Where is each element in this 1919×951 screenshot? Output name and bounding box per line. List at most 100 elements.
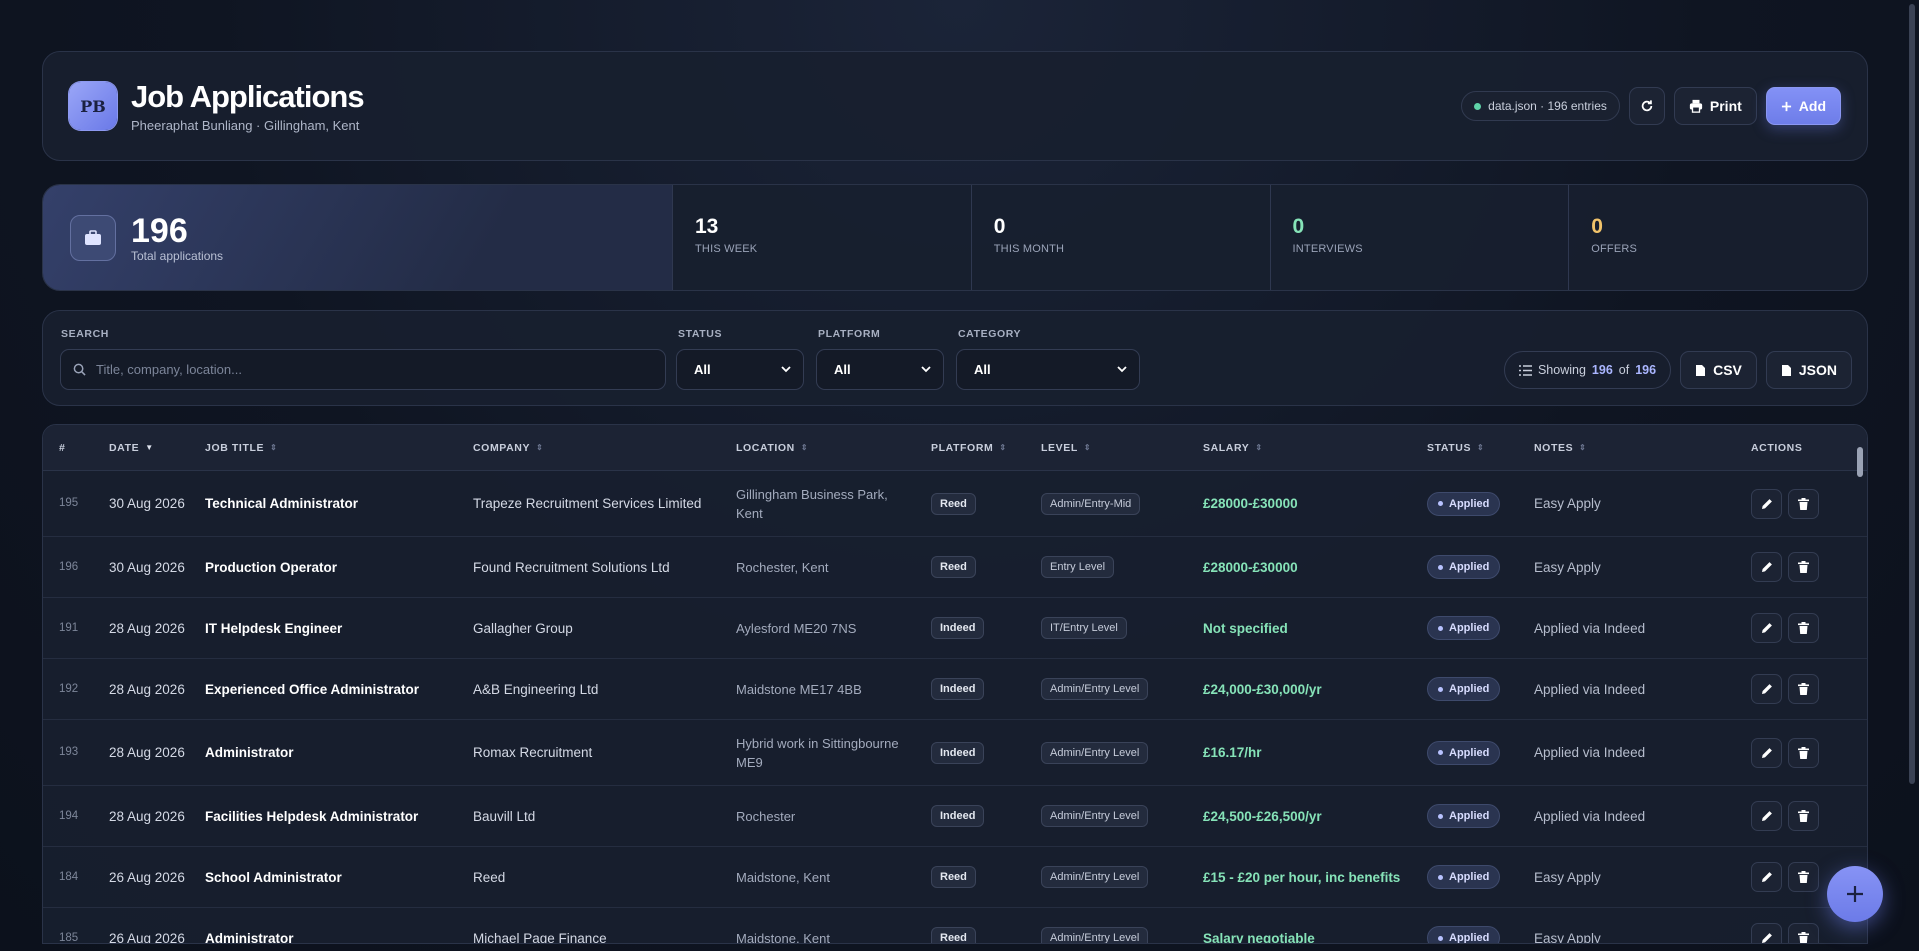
col-title[interactable]: JOB TITLE ⇕: [205, 442, 473, 454]
row-actions: [1751, 488, 1841, 519]
row-date: 26 Aug 2026: [109, 930, 185, 944]
printer-icon: [1689, 99, 1703, 113]
col-date[interactable]: DATE ▼: [93, 442, 205, 454]
sort-icon: ⇕: [536, 443, 544, 452]
status-dot: [1438, 874, 1443, 880]
edit-button[interactable]: [1751, 737, 1782, 768]
row-job-title: School Administrator: [205, 869, 342, 885]
col-platform[interactable]: PLATFORM ⇕: [931, 442, 1041, 454]
row-job-title: Experienced Office Administrator: [205, 681, 420, 697]
col-status[interactable]: STATUS ⇕: [1427, 442, 1534, 454]
row-actions: [1751, 674, 1841, 704]
row-salary: Not specified: [1203, 620, 1288, 636]
print-button[interactable]: Print: [1673, 87, 1757, 125]
floating-add-button[interactable]: [1827, 866, 1883, 922]
showing-count-chip: Showing 196 of 196: [1503, 351, 1672, 389]
trash-icon: [1798, 497, 1809, 510]
file-icon: [1696, 364, 1706, 376]
showing-count: 196: [1591, 363, 1613, 377]
edit-button[interactable]: [1751, 862, 1782, 892]
delete-button[interactable]: [1788, 737, 1819, 768]
col-company[interactable]: COMPANY ⇕: [473, 442, 736, 454]
edit-button[interactable]: [1751, 488, 1782, 519]
delete-button[interactable]: [1788, 613, 1819, 643]
add-button[interactable]: Add: [1765, 87, 1841, 125]
page-scrollbar-thumb[interactable]: [1909, 4, 1915, 784]
row-company: Michael Page Finance: [473, 930, 607, 944]
table-scrollbar-thumb[interactable]: [1857, 447, 1863, 477]
trash-icon: [1798, 746, 1809, 759]
category-select-value: All: [974, 362, 991, 377]
page-scrollbar[interactable]: [1907, 0, 1917, 951]
row-location: Hybrid work in Sittingbourne ME9: [736, 735, 899, 770]
status-badge: Applied: [1427, 804, 1501, 828]
col-salary[interactable]: SALARY ⇕: [1203, 442, 1427, 454]
interviews-stat: 0 INTERVIEWS: [1271, 185, 1570, 290]
delete-button[interactable]: [1788, 923, 1819, 943]
row-number: 193: [59, 746, 79, 758]
level-badge: Admin/Entry Level: [1041, 741, 1149, 764]
row-number: 192: [59, 682, 79, 695]
export-json-button[interactable]: JSON: [1765, 351, 1852, 389]
platform-select[interactable]: All: [816, 349, 944, 390]
export-csv-button[interactable]: CSV: [1680, 351, 1757, 389]
edit-button[interactable]: [1751, 552, 1782, 582]
row-actions: [1751, 552, 1841, 582]
delete-button[interactable]: [1788, 552, 1819, 582]
row-number: 196: [59, 560, 79, 573]
platform-badge: Indeed: [931, 741, 985, 764]
status-dot: [1438, 686, 1443, 692]
delete-button[interactable]: [1788, 862, 1819, 892]
status-select-value: All: [694, 362, 711, 377]
platform-badge: Indeed: [931, 678, 985, 700]
status-badge: Applied: [1427, 740, 1501, 765]
edit-button[interactable]: [1751, 801, 1782, 831]
row-actions: [1751, 801, 1841, 831]
col-notes[interactable]: NOTES ⇕: [1534, 442, 1751, 454]
edit-button[interactable]: [1751, 923, 1782, 943]
month-label: THIS MONTH: [993, 243, 1065, 255]
delete-button[interactable]: [1788, 801, 1819, 831]
row-notes: Easy Apply: [1534, 559, 1601, 575]
row-number: 191: [59, 621, 79, 634]
row-notes: Applied via Indeed: [1534, 745, 1646, 760]
status-select[interactable]: All: [676, 349, 804, 390]
delete-button[interactable]: [1788, 674, 1819, 704]
row-company: Bauvill Ltd: [473, 808, 536, 824]
level-badge: Admin/Entry Level: [1041, 805, 1149, 827]
trash-icon: [1798, 810, 1809, 822]
platform-badge: Indeed: [931, 617, 985, 639]
status-dot: [1438, 813, 1443, 819]
refresh-icon: [1641, 100, 1653, 112]
delete-button[interactable]: [1788, 488, 1819, 519]
search-input[interactable]: Title, company, location...: [60, 349, 666, 390]
status-filter-label: STATUS: [678, 328, 723, 340]
sort-icon: ⇕: [1083, 443, 1092, 452]
sort-icon: ⇕: [999, 443, 1007, 452]
row-job-title: Technical Administrator: [205, 496, 359, 511]
row-location: Gillingham Business Park, Kent: [736, 486, 888, 521]
print-label: Print: [1709, 98, 1742, 114]
category-select[interactable]: All: [956, 349, 1140, 390]
status-dot: [1438, 501, 1443, 506]
row-company: Trapeze Recruitment Services Limited: [473, 496, 702, 511]
total-label: Total applications: [131, 248, 224, 263]
platform-filter-label: PLATFORM: [818, 328, 881, 340]
plus-icon: [1847, 886, 1863, 902]
row-actions: [1751, 923, 1841, 943]
edit-button[interactable]: [1751, 613, 1782, 643]
offers-count: 0: [1591, 215, 1603, 238]
row-date: 28 Aug 2026: [109, 745, 185, 760]
trash-icon: [1798, 932, 1809, 943]
sort-desc-icon: ▼: [145, 443, 154, 452]
col-location[interactable]: LOCATION ⇕: [736, 442, 931, 454]
offers-stat: 0 OFFERS: [1569, 185, 1867, 290]
edit-button[interactable]: [1751, 674, 1782, 704]
row-location: Maidstone ME17 4BB: [736, 681, 862, 697]
col-level[interactable]: LEVEL ⇕: [1041, 442, 1203, 454]
row-salary: £16.17/hr: [1203, 745, 1262, 760]
refresh-button[interactable]: [1628, 87, 1665, 125]
row-date: 30 Aug 2026: [109, 496, 185, 511]
sort-icon: ⇕: [1255, 443, 1263, 452]
table-row: 193 28 Aug 2026 Administrator Romax Recruit…: [43, 720, 1867, 786]
